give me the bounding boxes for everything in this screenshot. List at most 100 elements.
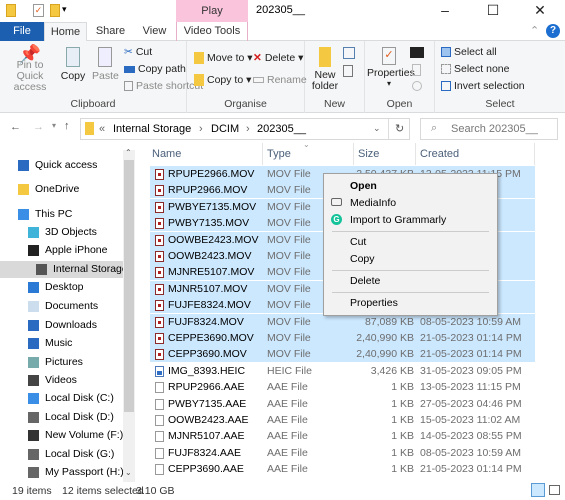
tab-view[interactable]: View [133,22,176,41]
move-to-button[interactable]: Move to ▾ [194,52,253,65]
menu-copy[interactable]: Copy [350,253,375,265]
item-count: 19 items [12,485,52,497]
properties-qa-icon[interactable]: ✓ [33,4,44,17]
paste-button[interactable]: Paste [92,47,119,82]
sidebar-item-local-disk-g[interactable]: Local Disk (G:) [0,446,123,463]
refresh-icon[interactable]: ↻ [395,122,404,135]
collapse-ribbon-icon[interactable]: ⌃ [530,24,539,37]
tab-home[interactable]: Home [44,22,87,42]
file-row[interactable]: FUJF8324.AAE AAE File 1 KB 08-05-2023 10:59… [150,445,535,461]
file-row[interactable]: OOWB2423.AAE AAE File 1 KB 15-05-2023 11:02… [150,412,535,428]
sidebar-item-pictures[interactable]: Pictures [0,354,123,371]
menu-mediainfo[interactable]: MediaInfo [350,197,396,209]
details-view-icon[interactable] [531,483,545,497]
sidebar-item-label: Pictures [45,356,83,368]
scroll-up-icon[interactable]: ⌃ [125,148,132,157]
sidebar-item-3d-objects[interactable]: 3D Objects [0,224,123,241]
sidebar-item-local-disk-d[interactable]: Local Disk (D:) [0,409,123,426]
new-folder-button[interactable]: New folder [310,47,340,92]
open-label: Open [386,98,413,110]
file-row[interactable]: CEPP3690.AAE AAE File 1 KB 21-05-2023 01:14… [150,461,535,477]
delete-button[interactable]: ✕ Delete ▾ [253,52,303,64]
menu-open[interactable]: Open [350,180,377,192]
sidebar-item-new-volume-f[interactable]: New Volume (F:) [0,427,123,444]
address-dropdown-icon[interactable]: ⌄ [373,123,381,134]
sidebar-item-music[interactable]: Music [0,335,123,352]
breadcrumb-internal-storage[interactable]: Internal Storage [113,123,191,135]
forward-icon[interactable]: → [33,121,44,133]
menu-delete[interactable]: Delete [350,275,380,287]
file-row[interactable]: IMG_8393.HEIC HEIC File 3,426 KB 31-05-2023… [150,363,535,379]
sidebar-item-apple-iphone[interactable]: Apple iPhone [0,242,123,259]
recent-locations-icon[interactable]: ▾ [52,121,56,130]
sidebar-item-this-pc[interactable]: This PC [0,206,123,223]
menu-import-to-grammarly[interactable]: Import to Grammarly [350,214,446,226]
maximize-button[interactable]: ☐ [478,2,508,19]
sidebar-item-documents[interactable]: Documents [0,298,123,315]
scroll-down-icon[interactable]: ⌄ [125,468,132,477]
column-size[interactable]: Size [358,148,379,160]
file-row[interactable]: CEPPE3690.MOV MOV File 2,40,990 KB 21-05-20… [150,330,535,346]
easy-access-icon[interactable] [343,65,353,77]
column-created[interactable]: Created [420,148,459,160]
new-folder-qa-icon[interactable] [50,4,60,17]
edit-icon[interactable] [412,64,421,76]
large-icons-view-icon[interactable] [549,485,560,495]
cut-button[interactable]: ✂ Cut [124,46,152,58]
mediainfo-icon [331,198,342,206]
mov-file-icon [155,234,164,246]
file-name: FUJFE8324.MOV [168,299,251,312]
minimize-button[interactable]: – [430,2,460,18]
back-icon[interactable]: ← [10,121,21,133]
invert-selection-button[interactable]: Invert selection [441,80,525,92]
menu-cut[interactable]: Cut [350,236,366,248]
folder-icon [85,122,94,135]
new-item-icon[interactable] [343,47,355,59]
history-icon[interactable] [412,81,422,91]
address-bar[interactable]: « Internal Storage › DCIM › 202305__ ⌄ ↻ [80,118,410,140]
divider [388,119,389,139]
tab-file[interactable]: File [0,22,44,41]
folder-icon[interactable] [6,4,16,17]
sidebar-item-downloads[interactable]: Downloads [0,317,123,334]
close-button[interactable]: ✕ [525,2,555,19]
search-input[interactable]: ⌕ Search 202305__ [420,118,558,140]
file-row[interactable]: RPUP2966.AAE AAE File 1 KB 13-05-2023 11:15… [150,379,535,395]
sidebar-item-desktop[interactable]: Desktop [0,279,123,296]
customize-qa-icon[interactable]: ▾ [62,4,67,15]
grammarly-icon: G [331,214,342,225]
file-type: AAE File [267,397,308,410]
sidebar-item-quick-access[interactable]: Quick access [0,157,123,174]
file-row[interactable]: CEPP3690.MOV MOV File 2,40,990 KB 21-05-202… [150,346,535,363]
new-folder-label: New folder [311,69,339,92]
sidebar-item-internal-storage[interactable]: Internal Storage [0,261,128,278]
select-all-button[interactable]: Select all [441,46,497,58]
sidebar-item-onedrive[interactable]: OneDrive [0,181,123,198]
nav-scrollbar-thumb[interactable] [124,160,134,412]
column-type[interactable]: Type [267,148,291,160]
help-icon[interactable]: ? [546,24,560,38]
up-icon[interactable]: ↑ [64,120,70,132]
copy-button[interactable]: Copy [60,47,86,82]
file-row[interactable]: MJNR5107.AAE AAE File 1 KB 14-05-2023 08:55… [150,428,535,444]
select-none-button[interactable]: Select none [441,63,509,75]
properties-button[interactable]: ✓ Properties ▾ [367,47,415,88]
breadcrumb-202305[interactable]: 202305__ [257,123,306,135]
copy-to-button[interactable]: Copy to ▾ [194,74,251,87]
file-size: 1 KB [391,430,414,443]
pin-to-quick-access-button[interactable]: 📌 Pin to Quick access [4,45,56,93]
sidebar-item-videos[interactable]: Videos [0,372,123,389]
tab-share[interactable]: Share [88,22,133,41]
column-name[interactable]: Name [152,148,181,160]
breadcrumb-dcim[interactable]: DCIM [211,123,239,135]
file-row[interactable]: PWBY7135.AAE AAE File 1 KB 27-05-2023 04:46… [150,396,535,412]
select-label: Select [485,98,515,110]
menu-properties[interactable]: Properties [350,297,398,309]
sidebar-item-my-passport-h[interactable]: My Passport (H:) [0,464,124,481]
sidebar-item-local-disk-c[interactable]: Local Disk (C:) [0,390,123,407]
rename-button[interactable]: Rename [253,74,307,86]
copy-path-button[interactable]: Copy path [124,63,186,75]
open-with-icon[interactable] [410,47,424,58]
tab-video-tools[interactable]: Video Tools [176,22,248,41]
sidebar-item-label: Local Disk (G:) [45,448,115,460]
